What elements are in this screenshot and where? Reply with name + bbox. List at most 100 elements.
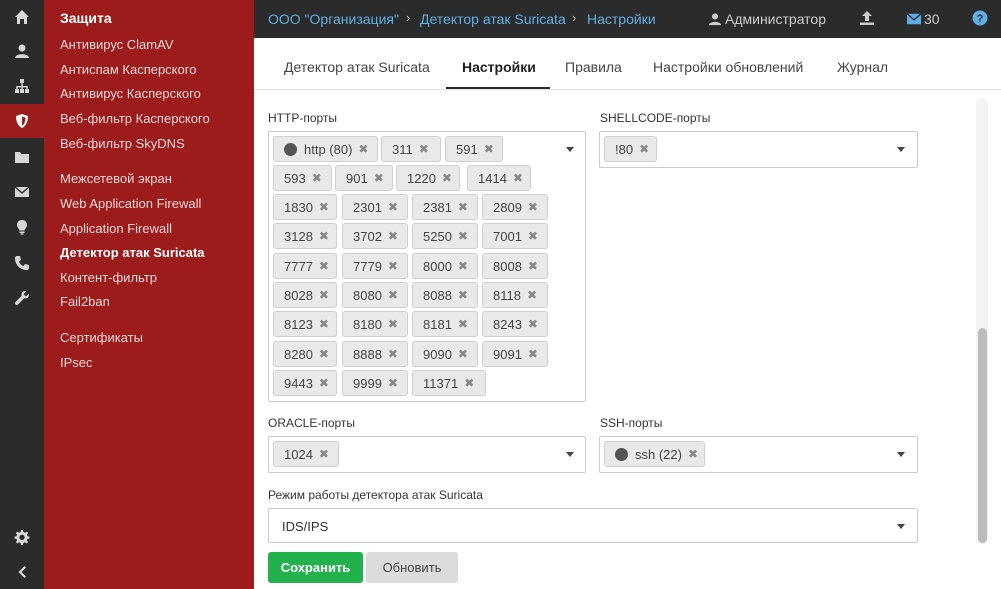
remove-tag-icon[interactable]: ✖ (319, 347, 329, 361)
remove-tag-icon[interactable]: ✖ (319, 376, 329, 390)
mode-select[interactable]: IDS/IPS (268, 508, 918, 543)
chevron-left-icon[interactable] (0, 555, 44, 589)
phone-icon[interactable] (0, 246, 44, 280)
remove-tag-icon[interactable]: ✖ (458, 259, 468, 273)
remove-tag-icon[interactable]: ✖ (319, 447, 329, 461)
remove-tag-icon[interactable]: ✖ (319, 317, 329, 331)
remove-tag-icon[interactable]: ✖ (419, 142, 429, 156)
scrollbar-thumb[interactable] (978, 328, 987, 543)
remove-tag-icon[interactable]: ✖ (688, 447, 698, 461)
tag-label: 5250 (423, 228, 452, 244)
sidebar-item-app-firewall[interactable]: Application Firewall (60, 221, 172, 236)
sidebar-item-ipsec[interactable]: IPsec (60, 355, 93, 370)
sidebar-item-waf[interactable]: Web Application Firewall (60, 196, 201, 211)
upload-button[interactable] (859, 10, 875, 26)
remove-tag-icon[interactable]: ✖ (527, 288, 537, 302)
tab-suricata[interactable]: Детектор атак Suricata (284, 59, 430, 75)
breadcrumb-organization[interactable]: ООО "Организация" (268, 11, 399, 27)
remove-tag-icon[interactable]: ✖ (319, 259, 329, 273)
remove-tag-icon[interactable]: ✖ (319, 200, 329, 214)
remove-tag-icon[interactable]: ✖ (464, 376, 474, 390)
remove-tag-icon[interactable]: ✖ (374, 171, 384, 185)
remove-tag-icon[interactable]: ✖ (458, 229, 468, 243)
http-port-tag: 3128 ✖ (273, 223, 337, 249)
network-icon[interactable] (0, 69, 44, 103)
tab-rules[interactable]: Правила (565, 59, 622, 75)
remove-tag-icon[interactable]: ✖ (458, 200, 468, 214)
sidebar-item-firewall[interactable]: Межсетевой экран (60, 171, 172, 186)
breadcrumb-settings[interactable]: Настройки (587, 11, 656, 27)
chevron-down-icon[interactable] (897, 452, 905, 457)
remove-tag-icon[interactable]: ✖ (513, 171, 523, 185)
tab-settings[interactable]: Настройки (462, 59, 536, 75)
user-menu[interactable]: Администратор (708, 11, 826, 27)
tag-label: 8181 (423, 316, 452, 332)
tag-label: 8088 (423, 287, 452, 303)
wrench-icon[interactable] (0, 281, 44, 315)
mail-icon[interactable] (0, 175, 44, 209)
remove-tag-icon[interactable]: ✖ (388, 200, 398, 214)
remove-tag-icon[interactable]: ✖ (528, 317, 538, 331)
remove-tag-icon[interactable]: ✖ (528, 200, 538, 214)
shield-icon[interactable] (0, 104, 44, 138)
remove-tag-icon[interactable]: ✖ (388, 347, 398, 361)
remove-tag-icon[interactable]: ✖ (319, 288, 329, 302)
user-icon[interactable] (0, 34, 44, 68)
folder-icon[interactable] (0, 140, 44, 174)
remove-tag-icon[interactable]: ✖ (528, 259, 538, 273)
remove-tag-icon[interactable]: ✖ (388, 229, 398, 243)
tag-label: 8243 (493, 316, 522, 332)
remove-tag-icon[interactable]: ✖ (458, 347, 468, 361)
sidebar-item-clamav[interactable]: Антивирус ClamAV (60, 37, 174, 52)
sidebar: Защита Антивирус ClamAV Антиспам Касперс… (44, 0, 254, 589)
http-port-tag: 311 ✖ (381, 136, 441, 162)
remove-tag-icon[interactable]: ✖ (528, 229, 538, 243)
remove-tag-icon[interactable]: ✖ (358, 142, 368, 156)
messages-count: 30 (924, 11, 940, 27)
chevron-down-icon[interactable] (897, 147, 905, 152)
remove-tag-icon[interactable]: ✖ (484, 142, 494, 156)
ssh-ports-label: SSH-порты (600, 416, 663, 430)
remove-tag-icon[interactable]: ✖ (442, 171, 452, 185)
sidebar-item-fail2ban[interactable]: Fail2ban (60, 294, 110, 309)
sidebar-item-kaspersky-webfilter[interactable]: Веб-фильтр Касперского (60, 111, 210, 126)
tab-update-settings[interactable]: Настройки обновлений (653, 59, 803, 75)
http-port-tag: 2301 ✖ (342, 194, 408, 220)
remove-tag-icon[interactable]: ✖ (388, 259, 398, 273)
sidebar-item-suricata[interactable]: Детектор атак Suricata (60, 245, 205, 260)
home-icon[interactable] (0, 0, 44, 34)
sidebar-item-kaspersky-antispam[interactable]: Антиспам Касперского (60, 62, 196, 77)
messages-button[interactable]: 30 (907, 11, 940, 27)
sidebar-item-certificates[interactable]: Сертификаты (60, 330, 143, 345)
gear-icon[interactable] (0, 520, 44, 554)
sidebar-item-content-filter[interactable]: Контент-фильтр (60, 270, 157, 285)
sidebar-item-kaspersky-antivirus[interactable]: Антивирус Касперского (60, 86, 201, 101)
remove-tag-icon[interactable]: ✖ (319, 229, 329, 243)
remove-tag-icon[interactable]: ✖ (388, 317, 398, 331)
tag-label: 1830 (284, 199, 313, 215)
chevron-down-icon[interactable] (566, 147, 574, 152)
remove-tag-icon[interactable]: ✖ (312, 171, 322, 185)
save-button[interactable]: Сохранить (268, 552, 363, 583)
breadcrumb-suricata[interactable]: Детектор атак Suricata (420, 11, 566, 27)
remove-tag-icon[interactable]: ✖ (388, 376, 398, 390)
breadcrumb-separator-icon: › (406, 10, 411, 25)
tag-label: 311 (392, 141, 413, 157)
tab-journal[interactable]: Журнал (837, 59, 888, 75)
help-button[interactable]: ? (972, 10, 988, 26)
http-port-tag: 3702 ✖ (342, 223, 408, 249)
remove-tag-icon[interactable]: ✖ (458, 317, 468, 331)
remove-tag-icon[interactable]: ✖ (528, 347, 538, 361)
top-bar: ООО "Организация" › Детектор атак Surica… (254, 0, 1001, 38)
http-port-tag: 5250 ✖ (412, 223, 478, 249)
remove-tag-icon[interactable]: ✖ (458, 288, 468, 302)
refresh-button[interactable]: Обновить (366, 552, 458, 583)
remove-tag-icon[interactable]: ✖ (639, 142, 649, 156)
http-port-tag: 593 ✖ (273, 165, 332, 191)
sidebar-item-skydns-webfilter[interactable]: Веб-фильтр SkyDNS (60, 136, 185, 151)
lightbulb-icon[interactable] (0, 210, 44, 244)
remove-tag-icon[interactable]: ✖ (388, 288, 398, 302)
tag-label: 1024 (284, 446, 313, 462)
chevron-down-icon[interactable] (897, 524, 905, 529)
chevron-down-icon[interactable] (566, 452, 574, 457)
